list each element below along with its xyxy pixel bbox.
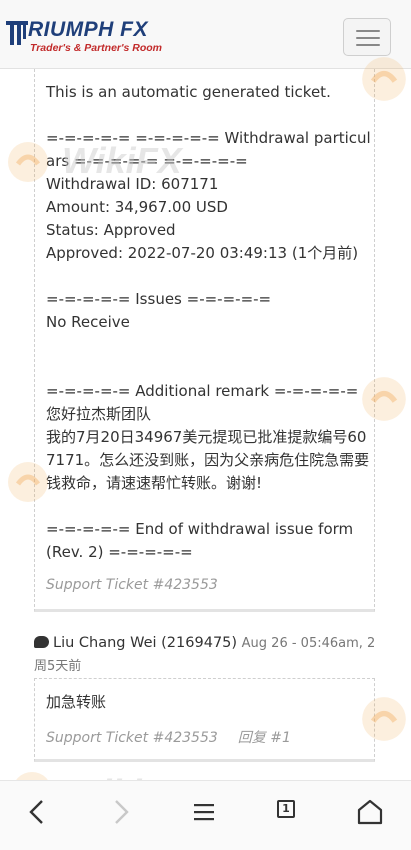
tabs-button[interactable]: 1 [267, 797, 307, 827]
home-icon [357, 799, 383, 825]
back-button[interactable] [18, 797, 58, 827]
reply-header: Liu Chang Wei (2169475) Aug 26 - 05:46am… [34, 632, 379, 678]
browser-bottom-nav: 1 [0, 780, 411, 850]
ticket-content[interactable]: This is an automatic generated ticket. =… [0, 69, 411, 780]
menu-nav-button[interactable] [184, 797, 224, 827]
ticket-body: This is an automatic generated ticket. =… [46, 83, 371, 561]
tabs-icon: 1 [277, 800, 295, 818]
menu-icon [356, 30, 380, 32]
logo-name: RIUMPH FX [28, 18, 148, 41]
reply-support-ticket: Support Ticket #423553 [46, 730, 218, 746]
home-button[interactable] [350, 797, 390, 827]
reply-number: 回复 #1 [237, 730, 291, 746]
menu-button[interactable] [343, 18, 391, 56]
menu-icon-bar [356, 44, 380, 46]
reply-message: 加急转账 Support Ticket #423553 回复 #1 [34, 678, 375, 762]
reply-author: Liu Chang Wei (2169475) [53, 635, 238, 651]
back-icon [29, 800, 43, 824]
reply-footer: Support Ticket #423553 回复 #1 [46, 727, 291, 747]
logo[interactable]: RIUMPH FX Trader's & Partner's Room [6, 18, 186, 58]
logo-mark-icon [6, 21, 28, 45]
forward-icon [115, 800, 129, 824]
ticket-message: This is an automatic generated ticket. =… [34, 69, 375, 612]
forward-button[interactable] [100, 797, 140, 827]
support-ticket-label: Support Ticket #423553 [46, 577, 218, 593]
app-header: RIUMPH FX Trader's & Partner's Room [0, 0, 411, 69]
reply-text: 加急转账 [46, 693, 107, 711]
logo-tagline: Trader's & Partner's Room [30, 42, 163, 54]
hamburger-icon [194, 804, 214, 821]
menu-icon-bar [356, 37, 380, 39]
chat-icon [34, 636, 49, 648]
